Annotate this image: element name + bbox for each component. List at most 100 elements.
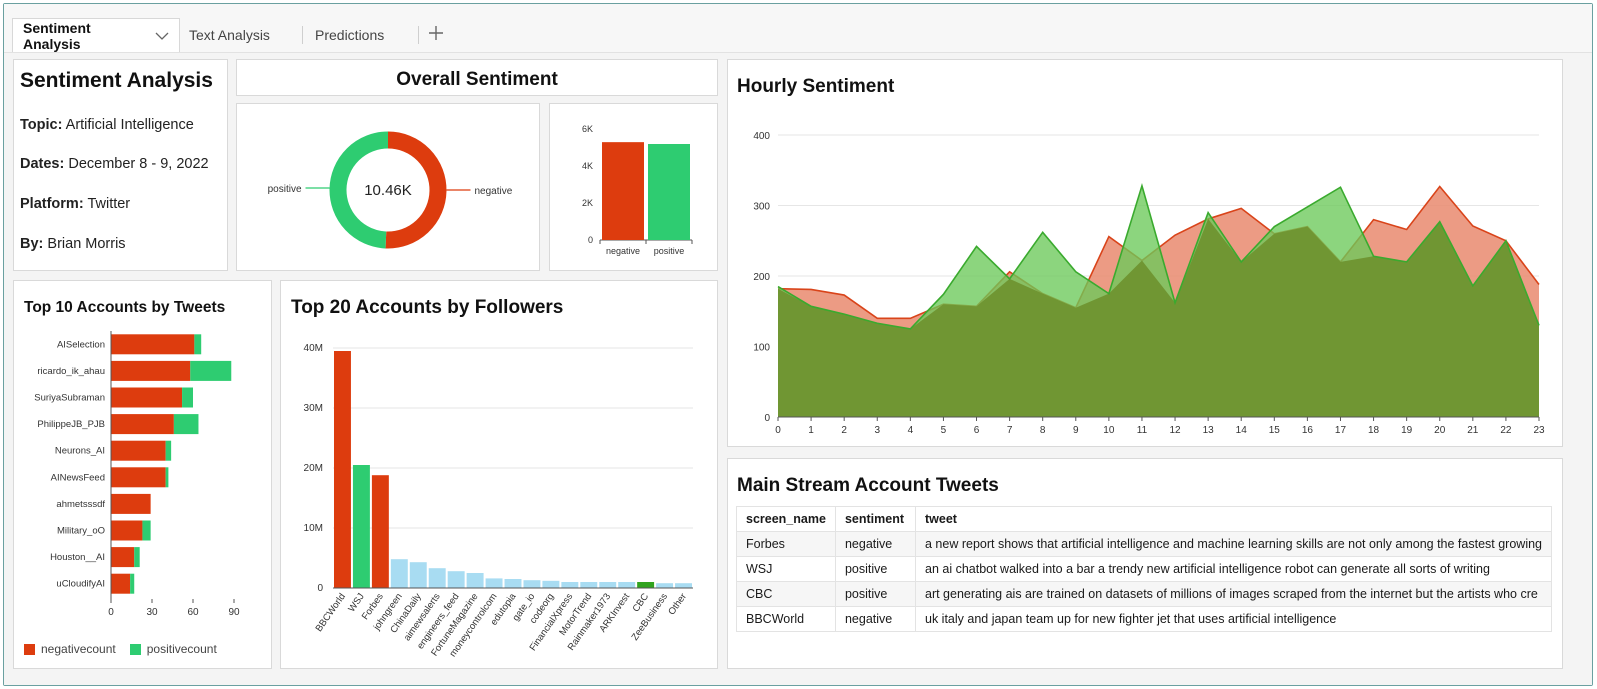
hourly-chart: 01002003004000 1 2 3 4 5 6 7 8 9 10 11 12 13 14 15 16 17 1… [753,131,1545,436]
author-label: By: [20,236,44,252]
bar-positive [648,144,690,240]
bar [371,475,389,588]
cell-tweet: a new report shows that artificial intel… [915,531,1552,557]
bar-positive [165,440,172,461]
platform-value: Twitter [87,196,131,212]
donut-center-total: 10.46K [364,182,412,199]
dates-value: December 8 - 9, 2022 [68,156,209,172]
donut-chart: 10.46K negative positive [268,131,513,249]
x-tick-label: 7 [1007,425,1013,436]
bar [466,573,484,588]
x-tick-label: 12 [1169,425,1181,436]
x-tick-label: 30 [146,607,158,618]
hourly-title: Hourly Sentiment [737,76,895,97]
add-sheet-plus-icon[interactable] [428,21,444,47]
y-tick-label: 4K [582,161,593,171]
bar [409,562,427,588]
x-tick-label: 18 [1368,425,1380,436]
bar [334,351,351,588]
top10-legend: negativecount positivecount [24,642,217,656]
donut-label-negative: negative [475,186,513,197]
y-tick-label: uCloudifyAI [56,579,105,590]
y-tick-label: SuriyaSubraman [34,393,105,404]
x-tick-label: 0 [108,607,114,618]
info-title: Sentiment Analysis [20,69,213,92]
y-tick-label: 0 [317,583,323,594]
top20-panel: Top 20 Accounts by Followers 0 10M 20M 30M 4… [280,280,718,669]
bar [390,559,408,588]
x-tick-label: 2 [841,425,847,436]
tab-sentiment-analysis[interactable]: Sentiment Analysis [12,18,180,52]
x-tick-label: 22 [1500,425,1512,436]
cell-screen-name: CBC [736,581,836,607]
x-tick-label: 14 [1236,425,1248,436]
platform-line: Platform: Twitter [20,196,130,212]
cell-screen-name: WSJ [736,556,836,582]
table-header-row: screen_name sentiment tweet [736,506,1552,532]
author-line: By: Brian Morris [20,236,126,252]
bar-negative [111,440,166,461]
bar [542,580,560,588]
column-header-sentiment[interactable]: sentiment [834,506,917,532]
x-tick-label: 23 [1533,425,1545,436]
hourly-panel: Hourly Sentiment 0 100 200 300 400 0 1 2 3 4 5 6 7 8 9… [727,59,1563,447]
info-panel: Sentiment Analysis Topic: Artificial Int… [13,59,228,271]
x-tick-label: positive [654,246,685,256]
cell-sentiment: positive [834,556,917,582]
chevron-down-icon[interactable] [155,28,169,44]
bar [447,571,465,588]
sentiment-bar-chart: 0 2K 4K 6K negative positive [582,124,693,256]
x-tick-label: 8 [1040,425,1046,436]
x-tick-label: 4 [908,425,914,436]
cell-tweet: uk italy and japan team up for new fight… [915,606,1552,632]
bar-positive [165,467,169,488]
x-tick-label: 17 [1335,425,1347,436]
tab-label: Predictions [315,27,385,43]
x-tick-label: 0 [775,425,781,436]
tab-text-analysis[interactable]: Text Analysis [189,18,270,52]
bar-positive [142,520,151,541]
tab-label: Sentiment Analysis [23,19,91,52]
x-tick-label: 19 [1401,425,1413,436]
cell-sentiment: negative [834,531,917,557]
x-tick-label: 16 [1302,425,1314,436]
x-tick-label: 60 [187,607,199,618]
y-tick-label: AINewsFeed [51,472,105,483]
cell-tweet: art generating ais are trained on datase… [915,581,1552,607]
tab-predictions[interactable]: Predictions [315,18,384,52]
bar [561,582,579,588]
dates-label: Dates: [20,156,65,172]
bar-positive [194,334,202,355]
sentiment-bar-panel: 0 2K 4K 6K negative positive [549,103,718,271]
column-header-screen-name[interactable]: screen_name [736,506,836,532]
bar-negative [111,520,143,541]
table-row[interactable]: CBC positive art generating ais are trai… [736,581,1552,607]
x-tick-label: 6 [974,425,980,436]
bar-positive [190,360,232,381]
y-tick-label: 2K [582,198,593,208]
top20-title: Top 20 Accounts by Followers [291,297,564,318]
bar-negative [111,360,191,381]
table-row[interactable]: BBCWorld negative uk italy and japan tea… [736,606,1552,632]
y-tick-label: AISelection [57,339,105,350]
table-row[interactable]: WSJ positive an ai chatbot walked into a… [736,556,1552,582]
x-tick-label: 3 [874,425,880,436]
bar-negative [111,493,151,514]
y-tick-label: 0 [588,235,593,245]
cell-tweet: an ai chatbot walked into a bar a trendy… [915,556,1552,582]
bar-negative [111,414,174,435]
column-header-tweet[interactable]: tweet [915,506,1552,532]
y-tick-label: 200 [753,272,770,283]
y-tick-label: 100 [753,343,770,354]
bar [504,579,522,588]
bar-negative [111,573,131,594]
table-row[interactable]: Forbes negative a new report shows that … [736,531,1552,557]
mainstream-panel: Main Stream Account Tweets screen_name s… [727,458,1563,669]
bar [618,582,636,588]
bar [428,568,446,588]
tweets-table: screen_name sentiment tweet Forbes negat… [736,506,1552,632]
x-tick-label: 10 [1103,425,1115,436]
bar-positive [182,387,193,408]
x-tick-label: 11 [1137,425,1148,436]
bar-negative [111,334,195,355]
